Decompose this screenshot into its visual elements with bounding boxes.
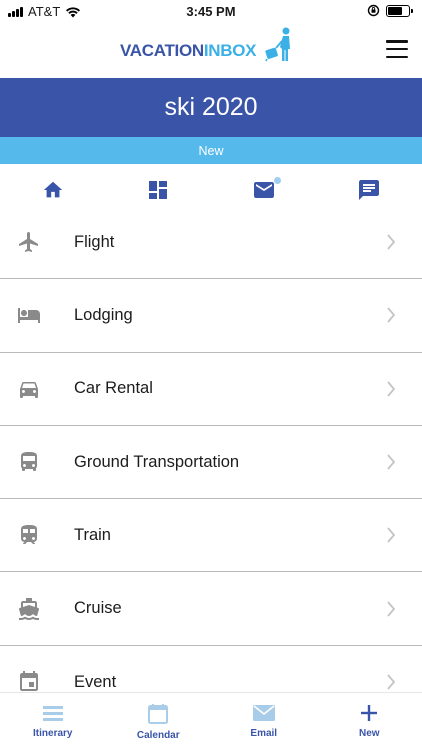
app-header: VACATIONINBOX (0, 24, 422, 78)
category-label: Train (74, 525, 111, 544)
chevron-right-icon (387, 601, 396, 617)
status-bar: AT&T 3:45 PM (0, 0, 422, 24)
tab-itinerary[interactable]: Itinerary (0, 693, 106, 750)
calendar-event-icon (20, 671, 38, 692)
chevron-right-icon (387, 381, 396, 397)
car-icon (20, 381, 38, 398)
logo-text-vacation: VACATION (120, 41, 204, 60)
battery-icon (386, 4, 413, 17)
itinerary-icon (42, 706, 63, 721)
menu-icon (386, 40, 408, 43)
tab-new[interactable]: New (317, 693, 422, 750)
tab-calendar[interactable]: Calendar (106, 693, 212, 750)
unread-dot (273, 176, 282, 185)
chevron-right-icon (387, 454, 396, 470)
trip-title: ski 2020 (0, 78, 422, 137)
category-label: Cruise (74, 599, 122, 618)
message-icon (359, 180, 380, 200)
category-label: Event (74, 672, 117, 691)
category-label: Car Rental (74, 379, 153, 398)
category-row-train[interactable]: Train (0, 499, 422, 573)
status-time: 3:45 PM (186, 4, 236, 19)
category-label: Lodging (74, 305, 133, 324)
status-bar-right (367, 4, 413, 17)
category-row-cruise[interactable]: Cruise (0, 572, 422, 646)
category-label: Flight (74, 232, 115, 251)
hamburger-menu-button[interactable] (386, 40, 408, 58)
bus-icon (21, 452, 37, 472)
category-list: Flight Lodging Car Rental Ground Transpo… (0, 206, 422, 719)
tab-label: New (358, 728, 380, 739)
calendar-icon (148, 704, 169, 724)
dashboard-icon (149, 181, 168, 199)
email-icon (252, 705, 275, 721)
chevron-right-icon (387, 234, 396, 250)
trip-status-badge: New (0, 137, 422, 164)
category-label: Ground Transportation (74, 452, 240, 471)
chevron-right-icon (387, 527, 396, 543)
train-icon (21, 525, 37, 545)
tab-label: Itinerary (33, 728, 73, 739)
tab-email[interactable]: Email (211, 693, 317, 750)
airplane-icon (19, 232, 38, 253)
app-logo: VACATIONINBOX (120, 24, 298, 78)
category-row-flight[interactable]: Flight (0, 206, 422, 280)
tab-label: Email (250, 728, 278, 739)
chevron-right-icon (387, 307, 396, 324)
category-row-ground-transportation[interactable]: Ground Transportation (0, 426, 422, 500)
tab-label: Calendar (136, 730, 180, 741)
hotel-bed-icon (18, 308, 40, 324)
chevron-right-icon (387, 674, 396, 691)
bottom-tab-bar: Itinerary Calendar Email New (0, 692, 422, 750)
ship-icon (18, 597, 39, 620)
home-icon (43, 181, 62, 198)
orientation-lock-icon (367, 4, 380, 17)
traveler-logo-icon (265, 27, 291, 62)
category-row-car-rental[interactable]: Car Rental (0, 353, 422, 426)
plus-icon (361, 705, 378, 721)
logo-text-inbox: INBOX (203, 41, 257, 60)
category-row-lodging[interactable]: Lodging (0, 279, 422, 353)
